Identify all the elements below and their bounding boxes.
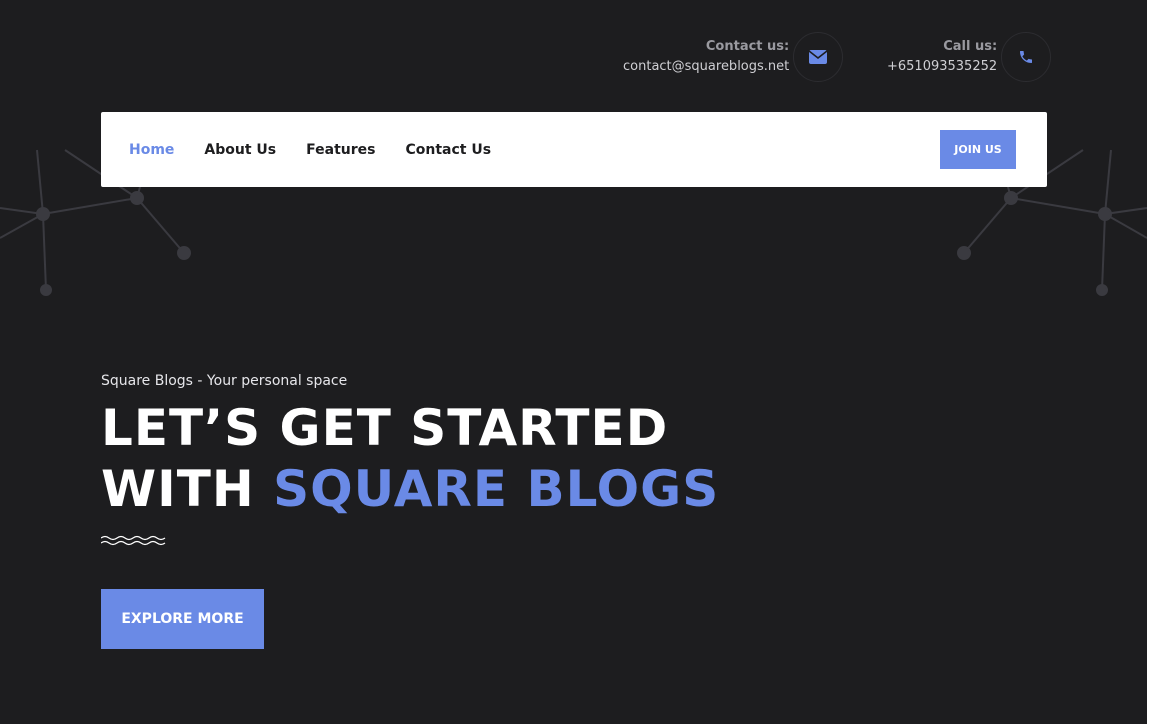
hero-title-line2-prefix: WITH: [101, 460, 274, 518]
hero-title-line2-accent: SQUARE BLOGS: [273, 460, 720, 518]
nav-links: Home About Us Features Contact Us: [129, 112, 521, 187]
hero-title-line1: LET’S GET STARTED: [101, 399, 669, 457]
contact-phone-block: Call us: +651093535252: [887, 32, 1052, 82]
hero-subtitle: Square Blogs - Your personal space: [101, 373, 348, 389]
contact-phone-value[interactable]: +651093535252: [887, 57, 997, 77]
hero-title: LET’S GET STARTED WITH SQUARE BLOGS: [101, 398, 719, 520]
nav-item-home[interactable]: Home: [129, 142, 174, 158]
wave-divider-icon: [101, 535, 166, 546]
contact-phone-label: Call us:: [943, 39, 998, 54]
nav-item-features[interactable]: Features: [306, 142, 375, 158]
nav-item-contact-us[interactable]: Contact Us: [405, 142, 491, 158]
join-us-button[interactable]: JOIN US: [940, 130, 1016, 169]
explore-more-button[interactable]: EXPLORE MORE: [101, 589, 264, 649]
navbar: Home About Us Features Contact Us JOIN U…: [101, 112, 1047, 187]
phone-icon: [1001, 32, 1052, 82]
contact-email-label: Contact us:: [705, 39, 790, 54]
contact-email-value[interactable]: contact@squareblogs.net: [623, 57, 789, 77]
contact-email-text: Contact us: contact@squareblogs.net: [623, 37, 789, 77]
contact-phone-text: Call us: +651093535252: [887, 37, 997, 77]
contact-email-block: Contact us: contact@squareblogs.net: [623, 32, 844, 82]
nav-item-about-us[interactable]: About Us: [204, 142, 276, 158]
page: Contact us: contact@squareblogs.net Call…: [0, 0, 1147, 724]
envelope-icon: [793, 32, 844, 82]
scrollbar-track[interactable]: [1147, 0, 1160, 724]
